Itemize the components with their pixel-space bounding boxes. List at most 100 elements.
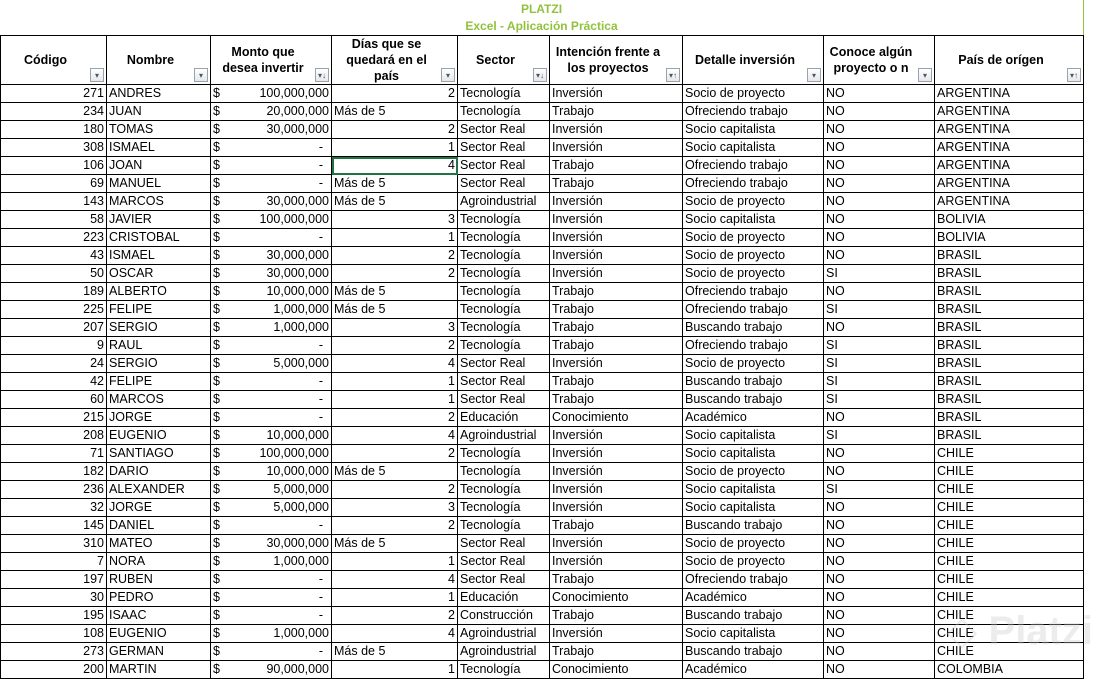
cell[interactable]: BRASIL — [934, 372, 1084, 391]
cell[interactable]: NO — [823, 318, 935, 337]
cell[interactable]: Socio capitalista — [682, 426, 824, 445]
cell[interactable]: 236 — [0, 480, 107, 499]
cell[interactable]: NO — [823, 408, 935, 427]
cell[interactable]: NO — [823, 138, 935, 157]
cell[interactable]: 1 — [331, 372, 458, 391]
cell[interactable]: Tecnología — [457, 336, 550, 355]
cell[interactable]: 71 — [0, 444, 107, 463]
cell[interactable]: ISAAC — [106, 606, 211, 625]
cell[interactable]: BOLIVIA — [934, 210, 1084, 229]
cell[interactable]: ALBERTO — [106, 282, 211, 301]
cell[interactable]: Trabajo — [549, 516, 683, 535]
cell[interactable]: JUAN — [106, 102, 211, 121]
cell[interactable]: NO — [823, 102, 935, 121]
cell[interactable]: Socio de proyecto — [682, 192, 824, 211]
cell[interactable]: Más de 5 — [331, 642, 458, 661]
cell[interactable]: Inversión — [549, 444, 683, 463]
cell[interactable]: Socio capitalista — [682, 210, 824, 229]
cell[interactable]: Trabajo — [549, 606, 683, 625]
cell[interactable]: NO — [823, 660, 935, 679]
cell[interactable]: 1 — [331, 588, 458, 607]
cell[interactable]: ARGENTINA — [934, 192, 1084, 211]
column-header[interactable]: Sector ▾↓ — [457, 35, 550, 85]
cell[interactable]: $10,000,000 — [210, 462, 332, 481]
cell[interactable]: Agroindustrial — [457, 624, 550, 643]
cell[interactable]: EUGENIO — [106, 426, 211, 445]
cell[interactable]: Inversión — [549, 138, 683, 157]
cell[interactable]: NO — [823, 282, 935, 301]
cell[interactable]: 30 — [0, 588, 107, 607]
cell[interactable]: $10,000,000 — [210, 426, 332, 445]
cell[interactable]: Ofreciendo trabajo — [682, 570, 824, 589]
cell[interactable]: Tecnología — [457, 480, 550, 499]
cell[interactable]: $5,000,000 — [210, 498, 332, 517]
cell[interactable]: BRASIL — [934, 300, 1084, 319]
cell[interactable]: Conocimiento — [549, 588, 683, 607]
cell[interactable]: Trabajo — [549, 336, 683, 355]
cell[interactable]: ANDRES — [106, 84, 211, 103]
filter-dropdown-icon[interactable]: ▾↑ — [666, 68, 680, 82]
cell[interactable]: ARGENTINA — [934, 174, 1084, 193]
cell[interactable]: 2 — [331, 606, 458, 625]
cell[interactable]: Socio de proyecto — [682, 246, 824, 265]
cell[interactable]: CHILE — [934, 462, 1084, 481]
cell[interactable]: DANIEL — [106, 516, 211, 535]
cell[interactable]: 42 — [0, 372, 107, 391]
cell[interactable]: ARGENTINA — [934, 102, 1084, 121]
cell[interactable]: Trabajo — [549, 102, 683, 121]
cell[interactable]: 4 — [331, 570, 458, 589]
cell[interactable]: BRASIL — [934, 246, 1084, 265]
cell[interactable]: Socio de proyecto — [682, 354, 824, 373]
column-header[interactable]: País de orígen ▾↑ — [934, 35, 1084, 85]
cell[interactable]: Académico — [682, 408, 824, 427]
cell[interactable]: Académico — [682, 588, 824, 607]
cell[interactable]: 1 — [331, 138, 458, 157]
cell[interactable]: 106 — [0, 156, 107, 175]
cell[interactable]: $ - — [210, 588, 332, 607]
cell[interactable]: 2 — [331, 84, 458, 103]
cell[interactable]: Sector Real — [457, 174, 550, 193]
cell[interactable]: Más de 5 — [331, 102, 458, 121]
cell[interactable]: Tecnología — [457, 210, 550, 229]
cell[interactable]: NO — [823, 192, 935, 211]
cell[interactable]: 4 — [331, 624, 458, 643]
cell[interactable]: $1,000,000 — [210, 318, 332, 337]
cell[interactable]: Tecnología — [457, 660, 550, 679]
cell[interactable]: NO — [823, 120, 935, 139]
cell[interactable]: 273 — [0, 642, 107, 661]
cell[interactable]: Socio capitalista — [682, 498, 824, 517]
cell[interactable]: JORGE — [106, 408, 211, 427]
cell[interactable]: 225 — [0, 300, 107, 319]
cell[interactable]: BRASIL — [934, 318, 1084, 337]
cell[interactable]: Inversión — [549, 426, 683, 445]
cell[interactable]: 2 — [331, 480, 458, 499]
cell[interactable]: TOMAS — [106, 120, 211, 139]
cell[interactable]: Inversión — [549, 354, 683, 373]
cell[interactable]: $100,000,000 — [210, 444, 332, 463]
cell[interactable]: BRASIL — [934, 390, 1084, 409]
cell[interactable]: Inversión — [549, 462, 683, 481]
cell[interactable]: 2 — [331, 408, 458, 427]
cell[interactable]: NO — [823, 516, 935, 535]
filter-dropdown-icon[interactable]: ▾ — [918, 68, 932, 82]
cell[interactable]: Socio de proyecto — [682, 534, 824, 553]
cell[interactable]: RUBEN — [106, 570, 211, 589]
cell[interactable]: CHILE — [934, 588, 1084, 607]
cell[interactable]: EUGENIO — [106, 624, 211, 643]
cell[interactable]: $30,000,000 — [210, 534, 332, 553]
cell[interactable]: Sector Real — [457, 138, 550, 157]
cell[interactable]: 4 — [331, 354, 458, 373]
cell[interactable]: NO — [823, 606, 935, 625]
cell[interactable]: Socio capitalista — [682, 624, 824, 643]
cell[interactable]: NO — [823, 552, 935, 571]
cell[interactable]: COLOMBIA — [934, 660, 1084, 679]
cell[interactable]: MATEO — [106, 534, 211, 553]
cell[interactable]: Tecnología — [457, 246, 550, 265]
cell[interactable]: Socio capitalista — [682, 444, 824, 463]
cell[interactable]: Trabajo — [549, 300, 683, 319]
cell[interactable]: 310 — [0, 534, 107, 553]
cell[interactable]: $ - — [210, 336, 332, 355]
cell[interactable]: 43 — [0, 246, 107, 265]
column-header[interactable]: Código ▾ — [0, 35, 107, 85]
cell[interactable]: NO — [823, 534, 935, 553]
